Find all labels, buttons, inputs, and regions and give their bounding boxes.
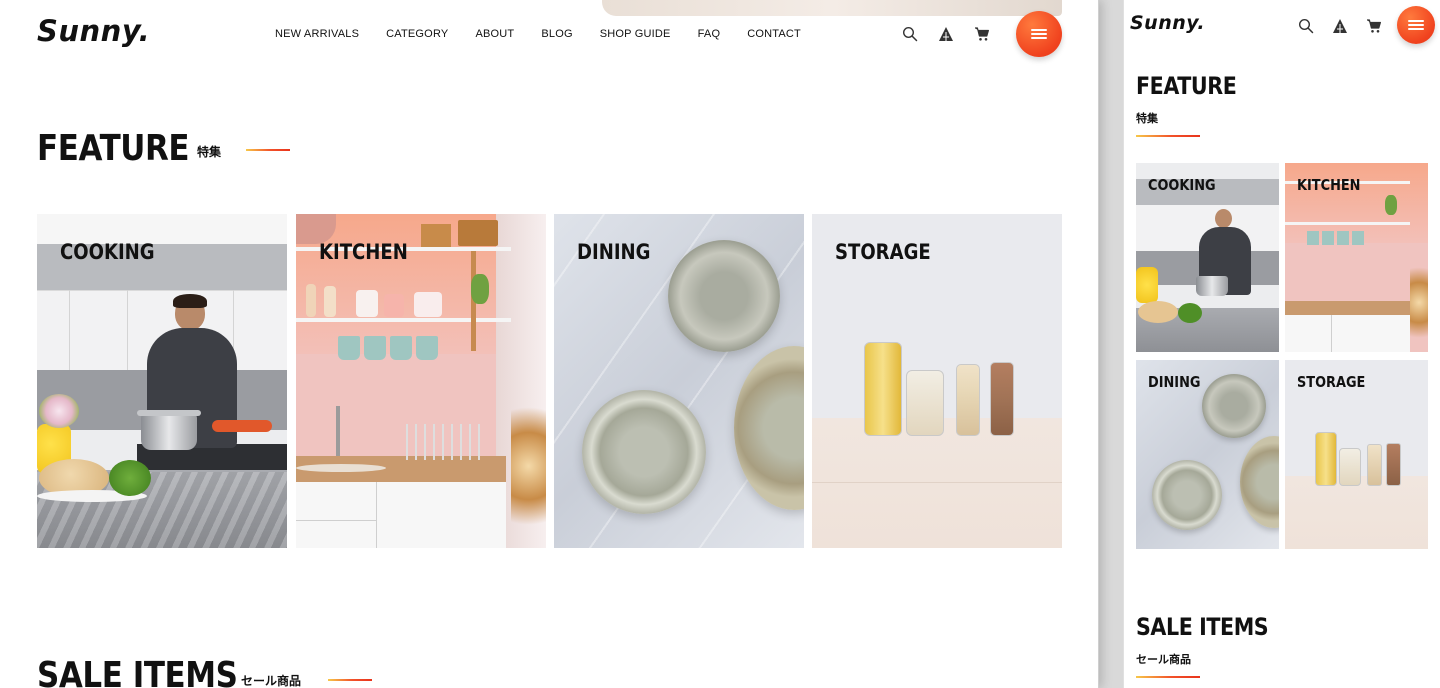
feature-card-label: DINING bbox=[1148, 373, 1201, 391]
account-icon[interactable] bbox=[1332, 18, 1348, 34]
feature-card-storage[interactable]: STORAGE bbox=[812, 214, 1062, 548]
feature-card-dining[interactable]: DINING bbox=[1136, 360, 1279, 549]
feature-title: FEATURE bbox=[1136, 72, 1237, 100]
nav-item-contact[interactable]: CONTACT bbox=[747, 28, 801, 40]
nav-item-category[interactable]: CATEGORY bbox=[386, 28, 448, 40]
header-icons bbox=[1298, 18, 1382, 34]
sale-accent-line bbox=[328, 679, 372, 681]
hamburger-menu-icon bbox=[1408, 20, 1424, 30]
search-icon[interactable] bbox=[1298, 18, 1314, 34]
hamburger-menu-button[interactable] bbox=[1016, 11, 1062, 57]
feature-subtitle: 特集 bbox=[1136, 113, 1158, 125]
nav-item-new-arrivals[interactable]: NEW ARRIVALS bbox=[275, 28, 359, 40]
sale-items-title: SALE ITEMS bbox=[1136, 613, 1269, 641]
feature-card-label: COOKING bbox=[60, 240, 155, 264]
feature-title: FEATURE bbox=[37, 128, 190, 169]
feature-card-cooking[interactable]: COOKING bbox=[1136, 163, 1279, 352]
sale-accent-line bbox=[1136, 676, 1200, 678]
feature-card-label: DINING bbox=[577, 240, 651, 264]
sale-items-subtitle: セール商品 bbox=[1136, 654, 1191, 666]
nav-item-shop-guide[interactable]: SHOP GUIDE bbox=[600, 28, 671, 40]
cart-icon[interactable] bbox=[1366, 18, 1382, 34]
feature-card-cooking[interactable]: COOKING bbox=[37, 214, 287, 548]
feature-card-storage[interactable]: STORAGE bbox=[1285, 360, 1428, 549]
logo[interactable]: Sunny. bbox=[1130, 12, 1205, 34]
nav-item-about[interactable]: ABOUT bbox=[475, 28, 514, 40]
feature-accent-line bbox=[1136, 135, 1200, 137]
sale-items-title: SALE ITEMS bbox=[37, 655, 238, 688]
search-icon[interactable] bbox=[902, 26, 918, 42]
hamburger-menu-button[interactable] bbox=[1397, 6, 1435, 44]
feature-card-label: KITCHEN bbox=[1297, 176, 1361, 194]
account-icon[interactable] bbox=[938, 26, 954, 42]
feature-card-dining[interactable]: DINING bbox=[554, 214, 804, 548]
feature-subtitle: 特集 bbox=[197, 145, 222, 159]
cart-icon[interactable] bbox=[974, 26, 990, 42]
logo[interactable]: Sunny. bbox=[37, 14, 150, 48]
feature-card-kitchen[interactable]: KITCHEN bbox=[296, 214, 546, 548]
feature-card-kitchen[interactable]: KITCHEN bbox=[1285, 163, 1428, 352]
hero-image-edge bbox=[602, 0, 1062, 16]
feature-card-label: STORAGE bbox=[835, 240, 931, 264]
nav-item-blog[interactable]: BLOG bbox=[541, 28, 572, 40]
feature-card-label: COOKING bbox=[1148, 176, 1216, 194]
header-icons bbox=[902, 26, 990, 42]
mobile-view: Sunny. FEATURE 特集 COOKING KITCHEN DINING… bbox=[1123, 0, 1440, 688]
hamburger-menu-icon bbox=[1031, 29, 1047, 39]
main-nav: NEW ARRIVALS CATEGORY ABOUT BLOG SHOP GU… bbox=[275, 28, 828, 40]
sale-items-subtitle: セール商品 bbox=[241, 674, 302, 688]
desktop-view: Sunny. NEW ARRIVALS CATEGORY ABOUT BLOG … bbox=[0, 0, 1099, 688]
feature-card-label: STORAGE bbox=[1297, 373, 1366, 391]
feature-card-label: KITCHEN bbox=[319, 240, 408, 264]
feature-accent-line bbox=[246, 149, 290, 151]
nav-item-faq[interactable]: FAQ bbox=[698, 28, 721, 40]
